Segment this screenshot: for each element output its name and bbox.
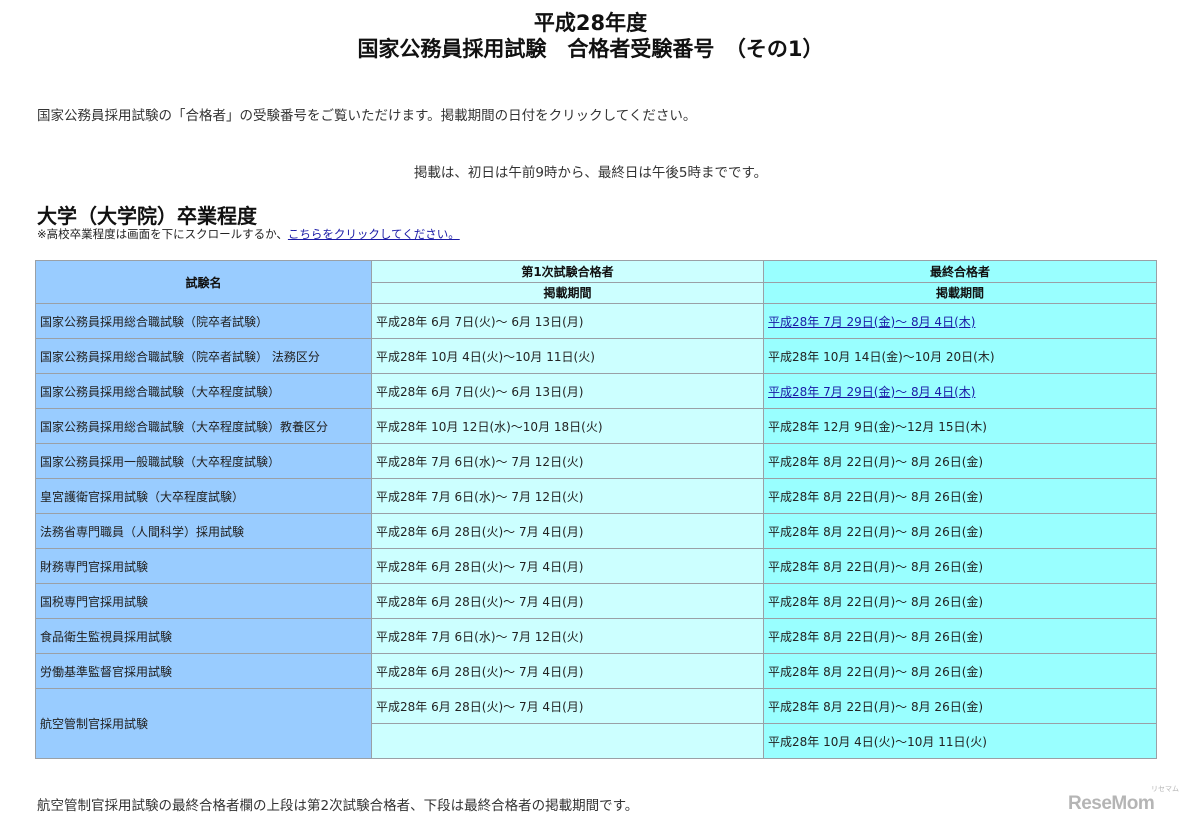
final-period-cell: 平成28年 8月 22日(月)～ 8月 26日(金) (763, 548, 1157, 584)
first-stage-period-cell: 平成28年 6月 7日(火)～ 6月 13日(月) (371, 303, 764, 339)
table-row: 法務省専門職員（人間科学）採用試験 平成28年 6月 28日(火)～ 7月 4日… (35, 513, 1157, 549)
column-subheader-final-period: 掲載期間 (763, 281, 1157, 304)
exam-name-cell: 財務専門官採用試験 (35, 548, 372, 584)
section-note-text: ※高校卒業程度は画面を下にスクロールするか、 (37, 227, 288, 241)
table-row: 食品衛生監視員採用試験 平成28年 7月 6日(水)～ 7月 12日(火) 平成… (35, 618, 1157, 654)
final-period-cell: 平成28年 8月 22日(月)～ 8月 26日(金) (763, 478, 1157, 514)
table-row: 国税専門官採用試験 平成28年 6月 28日(火)～ 7月 4日(月) 平成28… (35, 583, 1157, 619)
exam-results-table: 試験名 第1次試験合格者 最終合格者 掲載期間 掲載期間 国家公務員採用総合職試… (35, 260, 1157, 759)
column-header-exam-name: 試験名 (35, 260, 372, 304)
footnote: 航空管制官採用試験の最終合格者欄の上段は第2次試験合格者、下段は最終合格者の掲載… (37, 798, 639, 814)
table-row: 皇宮護衛官採用試験（大卒程度試験） 平成28年 7月 6日(水)～ 7月 12日… (35, 478, 1157, 514)
table-header-row: 試験名 第1次試験合格者 最終合格者 (35, 260, 1157, 304)
final-period-cell: 平成28年 8月 22日(月)～ 8月 26日(金) (763, 653, 1157, 689)
table-row: 国家公務員採用総合職試験（院卒者試験） 法務区分 平成28年 10月 4日(火)… (35, 338, 1157, 374)
resemom-logo-mark: リセマム (1151, 786, 1179, 793)
exam-name-cell: 労働基準監督官採用試験 (35, 653, 372, 689)
section-heading: 大学（大学院）卒業程度 (37, 204, 257, 228)
exam-name-cell: 国税専門官採用試験 (35, 583, 372, 619)
final-period-cell: 平成28年 10月 4日(火)～10月 11日(火) (763, 723, 1157, 759)
final-period-cell: 平成28年 12月 9日(金)～12月 15日(木) (763, 408, 1157, 444)
first-stage-period-cell: 平成28年 6月 28日(火)～ 7月 4日(月) (371, 688, 764, 724)
first-stage-period-cell: 平成28年 6月 28日(火)～ 7月 4日(月) (371, 583, 764, 619)
first-stage-period-cell: 平成28年 6月 28日(火)～ 7月 4日(月) (371, 653, 764, 689)
final-period-link[interactable]: 平成28年 7月 29日(金)～ 8月 4日(木) (768, 385, 975, 399)
first-stage-period-cell: 平成28年 10月 4日(火)～10月 11日(火) (371, 338, 764, 374)
resemom-logo: ReseMom (1068, 793, 1155, 814)
table-row: 財務専門官採用試験 平成28年 6月 28日(火)～ 7月 4日(月) 平成28… (35, 548, 1157, 584)
intro-text: 国家公務員採用試験の「合格者」の受験番号をご覧いただけます。掲載期間の日付をクリ… (37, 108, 697, 124)
high-school-link[interactable]: こちらをクリックしてください。 (288, 227, 460, 241)
exam-name-cell: 国家公務員採用総合職試験（大卒程度試験） (35, 373, 372, 409)
exam-name-cell: 食品衛生監視員採用試験 (35, 618, 372, 654)
first-stage-period-cell-empty (371, 723, 764, 759)
page-title-main: 国家公務員採用試験 合格者受験番号 （その1） (357, 37, 824, 61)
final-period-link[interactable]: 平成28年 7月 29日(金)～ 8月 4日(木) (768, 315, 975, 329)
column-subheader-first-period: 掲載期間 (371, 281, 764, 304)
column-header-first-stage: 第1次試験合格者 (371, 260, 764, 283)
table-row: 国家公務員採用総合職試験（大卒程度試験）教養区分 平成28年 10月 12日(水… (35, 408, 1157, 444)
table-row: 国家公務員採用一般職試験（大卒程度試験） 平成28年 7月 6日(水)～ 7月 … (35, 443, 1157, 479)
column-header-final: 最終合格者 (763, 260, 1157, 283)
table-row: 国家公務員採用総合職試験（院卒者試験） 平成28年 6月 7日(火)～ 6月 1… (35, 303, 1157, 339)
first-stage-period-cell: 平成28年 6月 7日(火)～ 6月 13日(月) (371, 373, 764, 409)
table-row: 航空管制官採用試験 平成28年 6月 28日(火)～ 7月 4日(月) 平成28… (35, 688, 1157, 759)
exam-name-cell: 国家公務員採用総合職試験（大卒程度試験）教養区分 (35, 408, 372, 444)
first-stage-period-cell: 平成28年 6月 28日(火)～ 7月 4日(月) (371, 513, 764, 549)
final-period-cell: 平成28年 10月 14日(金)～10月 20日(木) (763, 338, 1157, 374)
exam-name-cell: 皇宮護衛官採用試験（大卒程度試験） (35, 478, 372, 514)
final-period-cell: 平成28年 8月 22日(月)～ 8月 26日(金) (763, 583, 1157, 619)
final-period-cell: 平成28年 8月 22日(月)～ 8月 26日(金) (763, 618, 1157, 654)
posting-hours-notice: 掲載は、初日は午前9時から、最終日は午後5時までです。 (413, 165, 768, 181)
page-title: 平成28年度 国家公務員採用試験 合格者受験番号 （その1） (0, 10, 1181, 62)
final-period-cell: 平成28年 8月 22日(月)～ 8月 26日(金) (763, 513, 1157, 549)
section-note: ※高校卒業程度は画面を下にスクロールするか、こちらをクリックしてください。 (37, 226, 460, 242)
exam-name-cell: 法務省専門職員（人間科学）採用試験 (35, 513, 372, 549)
exam-name-cell: 国家公務員採用総合職試験（院卒者試験） 法務区分 (35, 338, 372, 374)
first-stage-period-cell: 平成28年 7月 6日(水)～ 7月 12日(火) (371, 443, 764, 479)
first-stage-period-cell: 平成28年 7月 6日(水)～ 7月 12日(火) (371, 478, 764, 514)
final-period-cell: 平成28年 8月 22日(月)～ 8月 26日(金) (763, 443, 1157, 479)
exam-name-cell: 航空管制官採用試験 (35, 688, 372, 759)
table-row: 労働基準監督官採用試験 平成28年 6月 28日(火)～ 7月 4日(月) 平成… (35, 653, 1157, 689)
final-period-cell: 平成28年 7月 29日(金)～ 8月 4日(木) (763, 373, 1157, 409)
second-stage-period-cell: 平成28年 8月 22日(月)～ 8月 26日(金) (763, 688, 1157, 724)
exam-name-cell: 国家公務員採用総合職試験（院卒者試験） (35, 303, 372, 339)
first-stage-period-cell: 平成28年 6月 28日(火)～ 7月 4日(月) (371, 548, 764, 584)
first-stage-period-cell: 平成28年 7月 6日(水)～ 7月 12日(火) (371, 618, 764, 654)
first-stage-period-cell: 平成28年 10月 12日(水)～10月 18日(火) (371, 408, 764, 444)
table-row: 国家公務員採用総合職試験（大卒程度試験） 平成28年 6月 7日(火)～ 6月 … (35, 373, 1157, 409)
page-title-year: 平成28年度 (533, 11, 648, 35)
exam-name-cell: 国家公務員採用一般職試験（大卒程度試験） (35, 443, 372, 479)
final-period-cell: 平成28年 7月 29日(金)～ 8月 4日(木) (763, 303, 1157, 339)
